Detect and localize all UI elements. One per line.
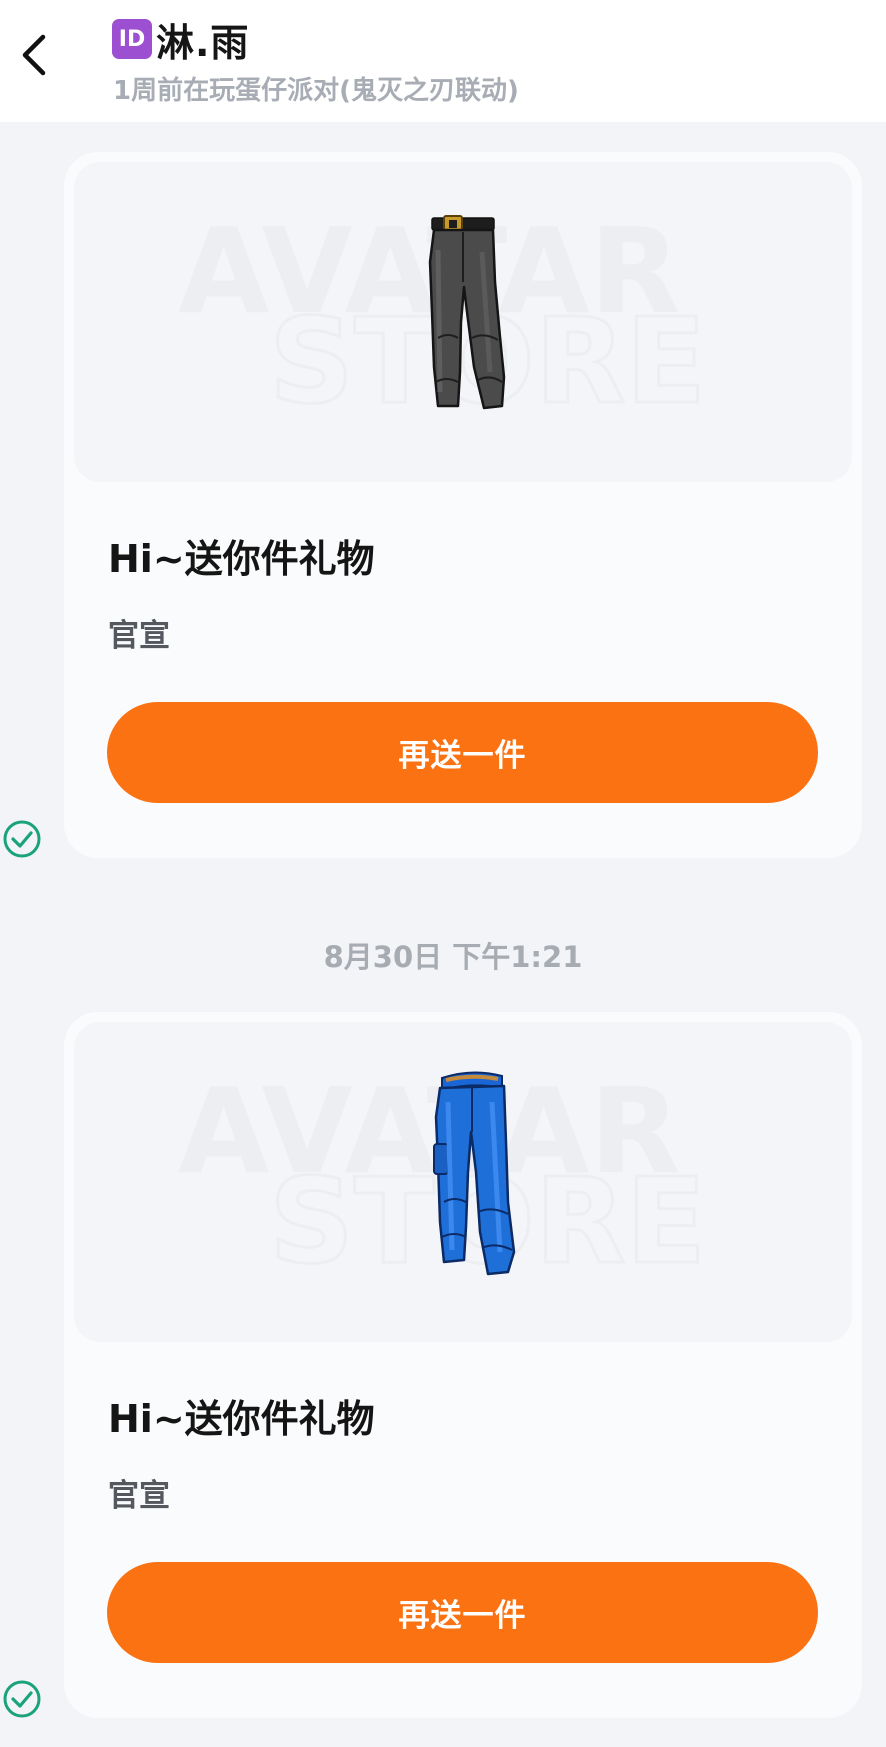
send-another-button[interactable]: 再送一件 (107, 1562, 818, 1663)
id-badge-icon: ID (112, 19, 152, 59)
gift-message-subtitle: 官宣 (108, 618, 170, 654)
contact-name: 淋.雨 (156, 20, 250, 65)
gift-message-card: AVATAR STORE Hi~送你件礼物 官宣 再送一件 (64, 1012, 862, 1718)
gift-image-panel[interactable]: AVATAR STORE (74, 1022, 852, 1342)
check-circle-icon (3, 820, 41, 858)
send-another-button[interactable]: 再送一件 (107, 702, 818, 803)
gift-image-panel[interactable]: AVATAR STORE (74, 162, 852, 482)
blue-jeans-icon (433, 1071, 516, 1276)
contact-name-row[interactable]: ID 淋.雨 (112, 14, 250, 65)
back-button[interactable] (12, 26, 56, 84)
check-circle-icon (3, 1680, 41, 1718)
chat-header: ID 淋.雨 1周前在玩蛋仔派对(鬼灭之刃联动) (0, 0, 886, 122)
contact-status: 1周前在玩蛋仔派对(鬼灭之刃联动) (113, 76, 519, 106)
gift-message-subtitle: 官宣 (108, 1478, 170, 1514)
gift-message-card: AVATAR STORE Hi~送你件礼物 官宣 再送一件 (64, 152, 862, 858)
gift-message-title: Hi~送你件礼物 (108, 537, 375, 581)
message-timestamp: 8月30日 下午1:21 (323, 940, 583, 974)
gray-pants-icon (428, 215, 506, 410)
chevron-left-icon (22, 34, 46, 76)
gift-message-title: Hi~送你件礼物 (108, 1397, 375, 1441)
